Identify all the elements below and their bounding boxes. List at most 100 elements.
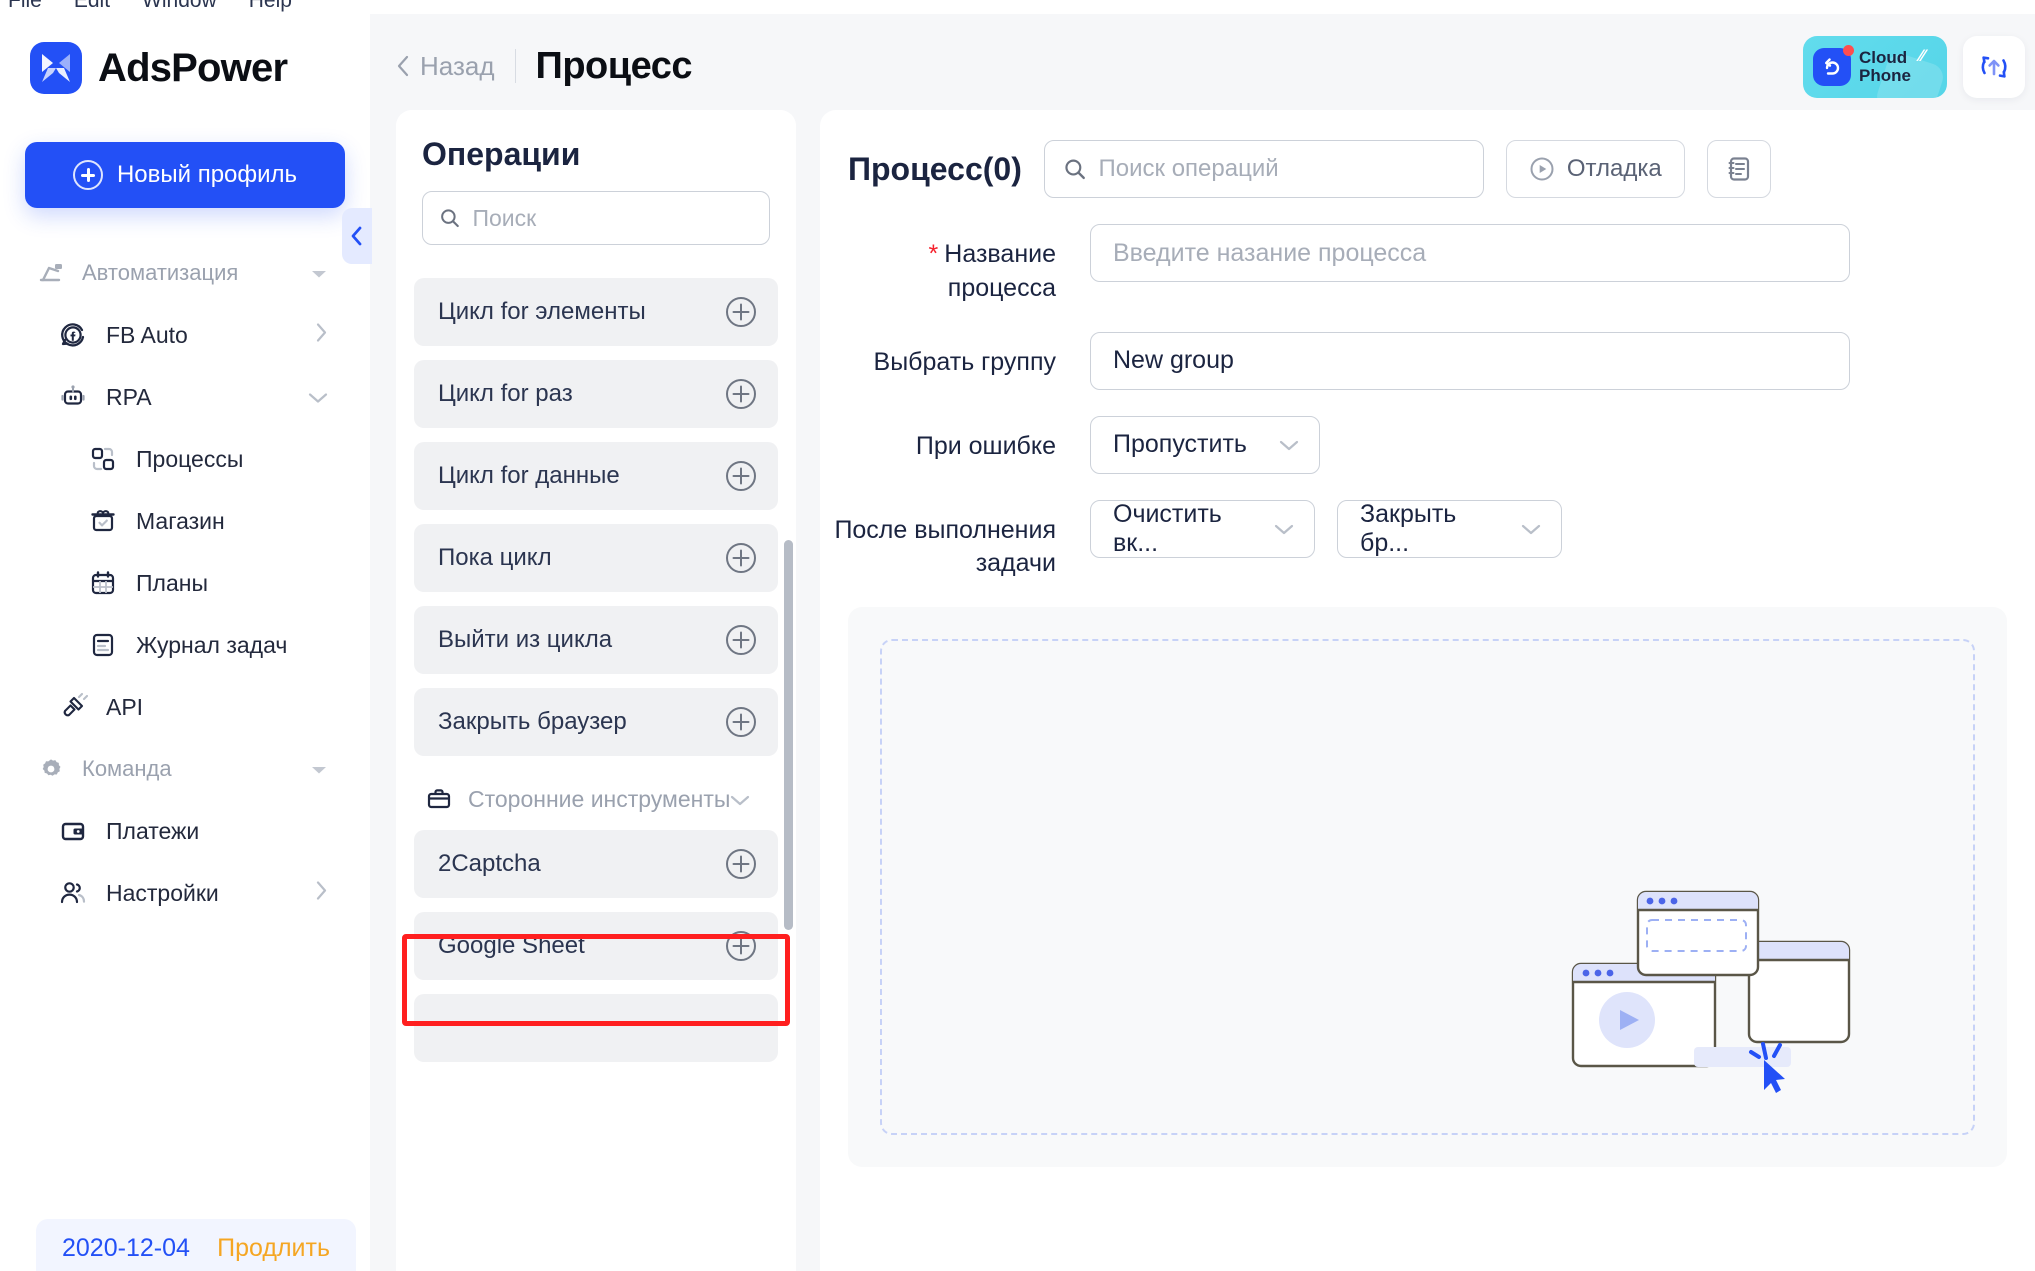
form-row-on-error: При ошибке Пропустить	[820, 415, 2035, 474]
sidebar-item-processes[interactable]: Процессы	[0, 428, 370, 490]
operation-item-partial[interactable]	[414, 994, 778, 1062]
sidebar-item-fb-auto-label: FB Auto	[106, 321, 188, 348]
flow-dropzone[interactable]	[880, 639, 1975, 1135]
operations-search-input[interactable]	[472, 204, 753, 232]
gear-icon	[34, 752, 68, 786]
new-profile-button[interactable]: Новый профиль	[25, 142, 345, 208]
sidebar: AdsPower Новый профиль Автоматизация FB …	[0, 14, 372, 1271]
sync-upload-button[interactable]	[1963, 36, 2025, 98]
topbar: Назад Процесс Cloud Phone ⁄⁄	[370, 14, 2035, 118]
group-value: New group	[1113, 346, 1234, 374]
search-icon	[441, 209, 459, 228]
process-name-input[interactable]: Введите назание процесса	[1090, 224, 1850, 282]
renew-link[interactable]: Продлить	[217, 1234, 330, 1263]
operation-item-loop-data[interactable]: Цикл for данные	[414, 442, 778, 510]
plus-circle-icon[interactable]	[724, 929, 758, 963]
store-gift-icon	[86, 504, 120, 538]
operation-item-google-sheet[interactable]: Google Sheet	[414, 912, 778, 980]
sidebar-item-store[interactable]: Магазин	[0, 490, 370, 552]
cloud-phone-icon	[1813, 45, 1854, 86]
sidebar-collapse-toggle[interactable]	[342, 208, 372, 264]
plus-circle-icon[interactable]	[724, 847, 758, 881]
sidebar-group-automation[interactable]: Автоматизация	[0, 242, 370, 304]
flow-canvas-card	[848, 607, 2007, 1167]
after-task-select-tabs[interactable]: Очистить вк...	[1090, 499, 1315, 558]
plus-circle-icon[interactable]	[724, 705, 758, 739]
robot-icon	[56, 380, 90, 414]
after-task-tabs-value: Очистить вк...	[1113, 499, 1222, 557]
menu-file[interactable]: File	[8, 0, 42, 13]
menu-edit[interactable]: Edit	[74, 0, 110, 13]
group-select-input[interactable]: New group	[1090, 331, 1850, 390]
expiry-date: 2020-12-04	[62, 1233, 190, 1262]
on-error-select[interactable]: Пропустить	[1090, 415, 1320, 474]
operations-list[interactable]: Цикл for элементы Цикл for раз Цикл for …	[396, 278, 796, 1271]
browser-windows-cursor-illustration	[1535, 872, 1865, 1107]
sidebar-item-plans-label: Планы	[136, 569, 208, 596]
form-label-after-task: После выполнения задачи	[834, 515, 1056, 578]
sidebar-item-plans[interactable]: Планы	[0, 552, 370, 614]
sidebar-item-settings[interactable]: Настройки	[0, 862, 370, 924]
operations-title: Операции	[422, 136, 581, 172]
process-workspace: Процесс(0) Отладка	[820, 110, 2035, 1271]
chevron-down-icon	[730, 786, 750, 813]
operations-group-third-party[interactable]: Сторонние инструменты	[414, 770, 778, 830]
operation-item-while-loop[interactable]: Пока цикл	[414, 524, 778, 592]
operation-item-2captcha[interactable]: 2Captcha	[414, 830, 778, 898]
operation-label: Закрыть браузер	[438, 708, 627, 735]
sidebar-item-payments[interactable]: Платежи	[0, 800, 370, 862]
chevron-down-icon	[308, 384, 328, 411]
form-row-group: Выбрать группу New group	[820, 331, 2035, 390]
workspace-search[interactable]	[1043, 140, 1484, 198]
notes-button[interactable]	[1706, 140, 1771, 198]
sidebar-item-store-label: Магазин	[136, 507, 225, 534]
menu-window[interactable]: Window	[142, 0, 217, 13]
after-task-select-browser[interactable]: Закрыть бр...	[1337, 499, 1562, 558]
sidebar-item-fb-auto[interactable]: FB Auto	[0, 304, 370, 366]
plus-circle-icon[interactable]	[724, 623, 758, 657]
cloud-phone-button[interactable]: Cloud Phone ⁄⁄	[1803, 36, 1947, 98]
sidebar-item-rpa[interactable]: RPA	[0, 366, 370, 428]
automation-icon	[34, 256, 68, 290]
plus-circle-icon[interactable]	[724, 295, 758, 329]
processes-icon	[86, 442, 120, 476]
operation-label: Выйти из цикла	[438, 626, 613, 653]
debug-button[interactable]: Отладка	[1505, 140, 1685, 198]
notification-dot	[1843, 45, 1854, 56]
chevron-down-icon	[1521, 514, 1541, 543]
chevron-left-icon	[397, 55, 409, 77]
chevron-right-icon	[315, 322, 328, 349]
form-label-on-error: При ошибке	[915, 431, 1056, 460]
operation-item-close-browser[interactable]: Закрыть браузер	[414, 688, 778, 756]
chevron-left-icon	[351, 226, 362, 246]
sidebar-item-task-log[interactable]: Журнал задач	[0, 614, 370, 676]
sidebar-item-api-label: API	[106, 693, 144, 720]
calendar-icon	[86, 566, 120, 600]
operations-panel: Операции Цикл for элементы	[396, 110, 796, 1271]
operations-search[interactable]	[422, 191, 770, 245]
plus-circle-icon[interactable]	[724, 541, 758, 575]
operation-label: Цикл for элементы	[438, 298, 646, 325]
adspower-logo-icon	[30, 42, 82, 94]
back-button[interactable]: Назад	[396, 51, 495, 82]
topbar-actions: Cloud Phone ⁄⁄	[1803, 36, 2035, 98]
form-label-group: Выбрать группу	[873, 347, 1056, 376]
sidebar-group-automation-label: Автоматизация	[82, 260, 239, 285]
main-area: Назад Процесс Cloud Phone ⁄⁄ Операции По…	[370, 14, 2035, 1271]
brand: AdsPower	[0, 14, 370, 94]
operations-scrollbar[interactable]	[784, 540, 793, 930]
menu-help[interactable]: Help	[249, 0, 292, 13]
sidebar-group-team[interactable]: Команда	[0, 738, 370, 800]
back-label: Назад	[420, 50, 495, 81]
plus-circle-icon[interactable]	[724, 459, 758, 493]
operation-label: 2Captcha	[438, 850, 541, 877]
operation-item-loop-elements[interactable]: Цикл for элементы	[414, 278, 778, 346]
plus-circle-icon[interactable]	[724, 377, 758, 411]
workspace-search-input[interactable]	[1098, 155, 1465, 183]
debug-label: Отладка	[1566, 155, 1662, 182]
sidebar-item-api[interactable]: API	[0, 676, 370, 738]
page-title: Процесс	[535, 44, 693, 87]
operation-item-loop-times[interactable]: Цикл for раз	[414, 360, 778, 428]
chevron-down-icon	[1279, 430, 1299, 459]
operation-item-exit-loop[interactable]: Выйти из цикла	[414, 606, 778, 674]
